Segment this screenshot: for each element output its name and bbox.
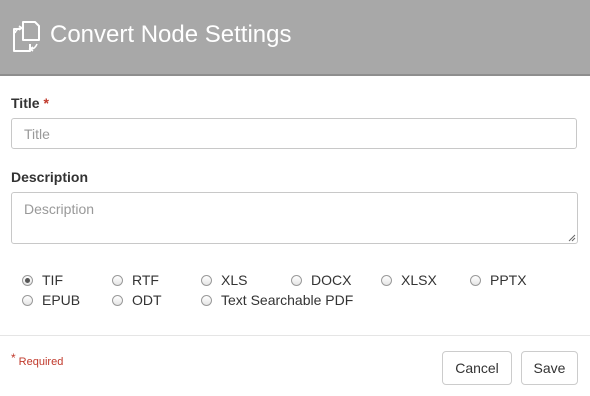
convert-documents-icon xyxy=(13,21,40,52)
format-option-rtf[interactable]: RTF xyxy=(112,271,159,289)
radio-button[interactable] xyxy=(470,274,481,286)
required-note: * Required xyxy=(11,351,64,368)
description-label: Description xyxy=(11,169,89,185)
format-label: PPTX xyxy=(490,272,527,288)
format-label: XLS xyxy=(221,272,248,288)
format-label: DOCX xyxy=(311,272,352,288)
format-option-text-searchable-pdf[interactable]: Text Searchable PDF xyxy=(201,291,353,309)
format-label: Text Searchable PDF xyxy=(221,292,354,308)
format-option-docx[interactable]: DOCX xyxy=(291,271,351,289)
required-star: * xyxy=(43,95,49,111)
radio-button[interactable] xyxy=(201,274,212,286)
format-option-pptx[interactable]: PPTX xyxy=(470,271,527,289)
format-option-xls[interactable]: XLS xyxy=(201,271,247,289)
format-label: EPUB xyxy=(42,292,81,308)
format-option-xlsx[interactable]: XLSX xyxy=(381,271,437,289)
radio-button[interactable] xyxy=(381,274,392,286)
format-label: XLSX xyxy=(401,272,437,288)
radio-button[interactable] xyxy=(112,294,123,306)
radio-button[interactable] xyxy=(112,274,123,286)
required-note-text: Required xyxy=(18,356,64,368)
radio-button[interactable] xyxy=(291,274,302,286)
format-label: RTF xyxy=(132,272,159,288)
dialog-title: Convert Node Settings xyxy=(50,21,292,48)
radio-button-checked[interactable] xyxy=(22,274,33,286)
radio-button[interactable] xyxy=(22,294,33,306)
save-button[interactable]: Save xyxy=(521,351,578,385)
radio-button[interactable] xyxy=(201,294,212,306)
title-input[interactable] xyxy=(11,118,577,149)
format-option-odt[interactable]: ODT xyxy=(112,291,162,309)
resize-grip-icon[interactable] xyxy=(568,234,576,242)
title-label: Title * xyxy=(11,95,49,111)
format-label: ODT xyxy=(132,292,162,308)
footer-divider xyxy=(0,335,590,336)
description-textarea[interactable] xyxy=(11,192,578,244)
dialog-header: Convert Node Settings xyxy=(0,0,590,76)
required-note-star: * xyxy=(11,351,16,365)
format-option-epub[interactable]: EPUB xyxy=(22,291,80,309)
cancel-button[interactable]: Cancel xyxy=(442,351,512,385)
format-option-tif[interactable]: TIF xyxy=(22,271,63,289)
title-label-text: Title xyxy=(11,95,40,111)
format-label: TIF xyxy=(42,272,63,288)
